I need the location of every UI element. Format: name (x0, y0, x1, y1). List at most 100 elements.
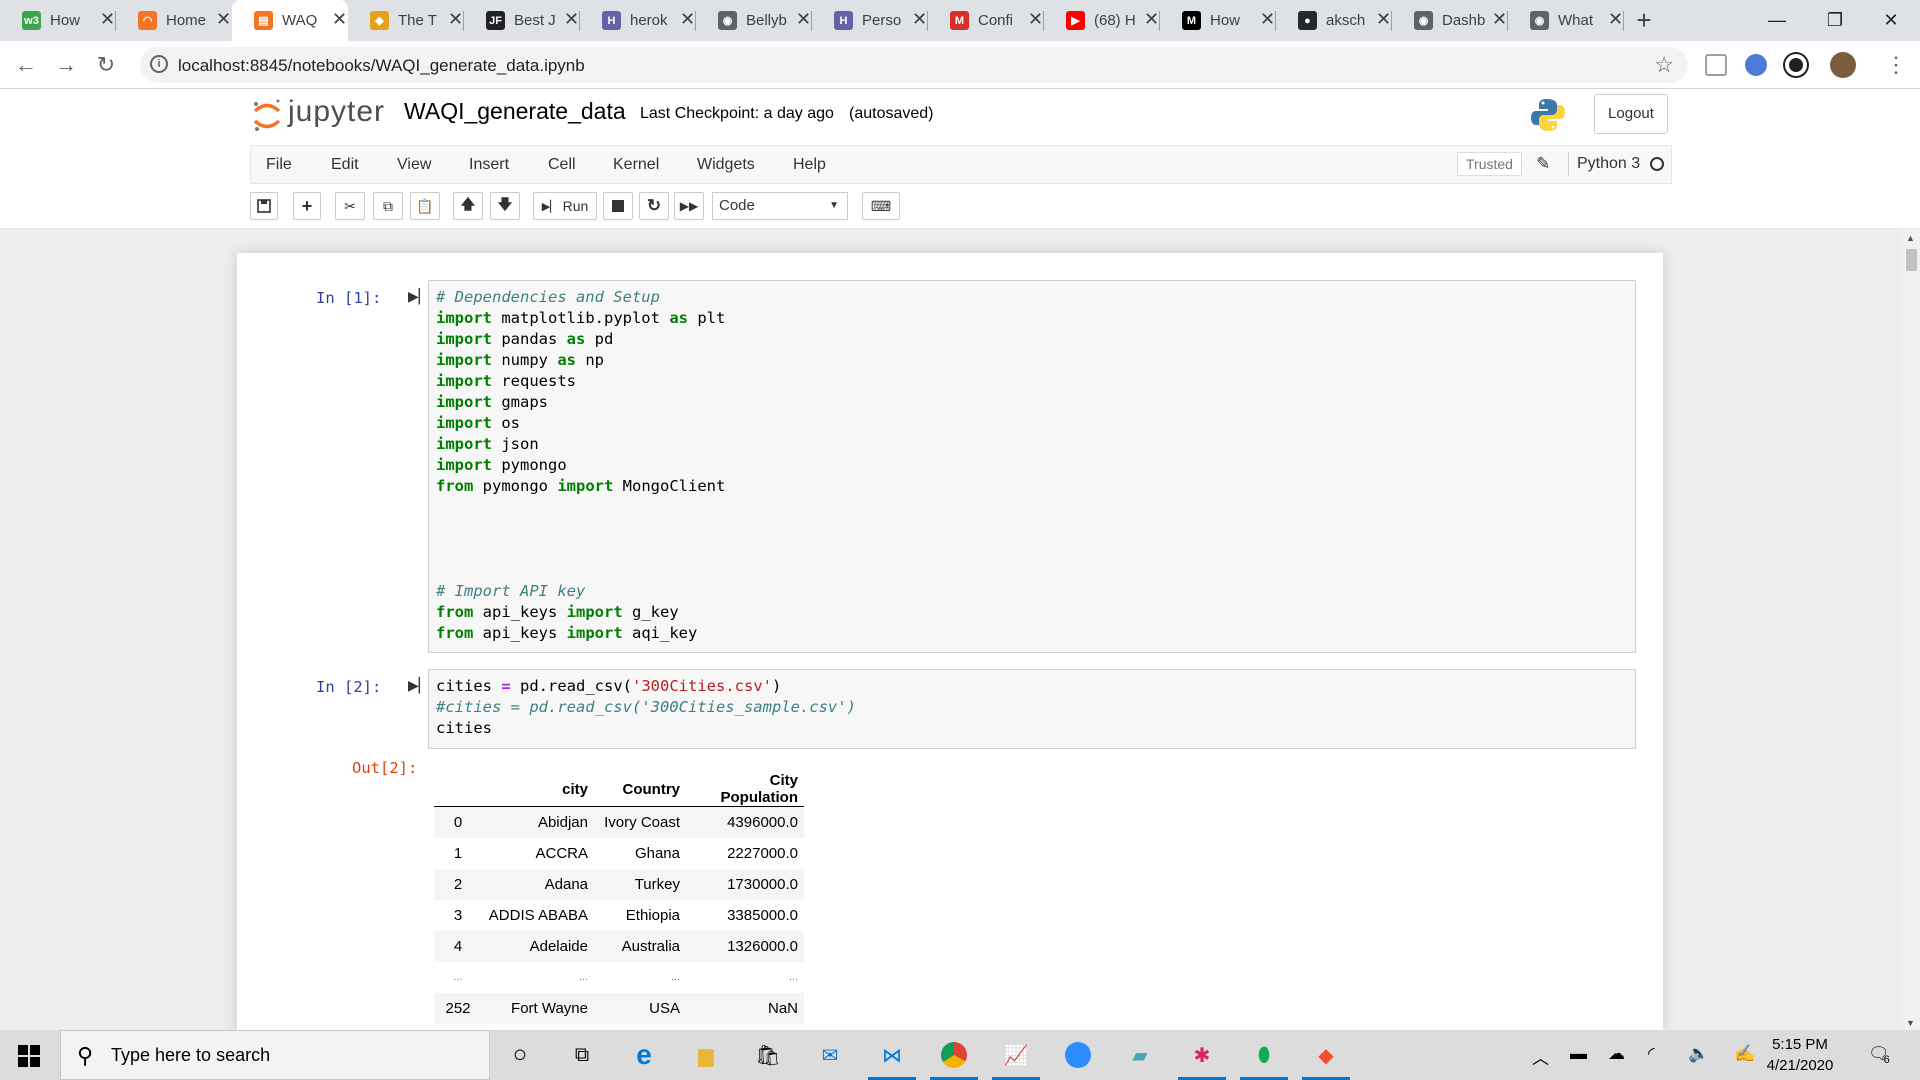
action-center-icon[interactable]: 🗨6 (1868, 1044, 1896, 1066)
trusted-indicator[interactable]: Trusted (1457, 152, 1522, 176)
jupyter-logo-text[interactable]: jupyter (288, 95, 385, 129)
browser-tab-7[interactable]: H Perso ✕ (812, 0, 928, 41)
menu-view[interactable]: View (397, 156, 431, 174)
tab-close-icon[interactable]: ✕ (1492, 9, 1507, 30)
interrupt-kernel-icon[interactable] (603, 192, 633, 220)
paste-icon[interactable]: 📋 (410, 192, 440, 220)
restart-kernel-icon[interactable]: ↻ (639, 192, 669, 220)
pen-ink-icon[interactable]: ✍ (1734, 1044, 1755, 1064)
menu-cell[interactable]: Cell (548, 156, 576, 174)
cortana-icon[interactable]: ○ (504, 1039, 536, 1071)
tab-close-icon[interactable]: ✕ (564, 9, 579, 30)
restart-run-all-icon[interactable]: ▶▶ (674, 192, 704, 220)
browser-tab-13[interactable]: ◉ What ✕ (1508, 0, 1624, 41)
notepad-icon[interactable]: ▰ (1124, 1039, 1156, 1071)
scroll-down-icon[interactable]: ▼ (1906, 1018, 1915, 1028)
bookmark-star-icon[interactable]: ☆ (1654, 52, 1674, 78)
extension-icon-1[interactable] (1705, 54, 1727, 76)
kernel-name[interactable]: Python 3 (1577, 155, 1640, 173)
browser-tab-11[interactable]: ● aksch ✕ (1276, 0, 1392, 41)
menu-widgets[interactable]: Widgets (697, 156, 755, 174)
browser-tab-5[interactable]: Hherok ✕ (580, 0, 696, 41)
battery-icon[interactable]: ▬ (1570, 1044, 1587, 1064)
url-omnibox[interactable]: i localhost:8845/notebooks/WAQI_generate… (140, 47, 1688, 83)
vscode-icon[interactable]: ⋈ (868, 1039, 916, 1080)
minimize-window-button[interactable]: — (1748, 0, 1806, 41)
forward-icon[interactable]: → (52, 51, 80, 79)
profile-avatar[interactable] (1830, 52, 1856, 78)
taskbar-search-box[interactable]: ⚲ Type here to search (60, 1030, 490, 1080)
cell-type-select[interactable]: Code ▼ (712, 192, 848, 220)
maximize-window-button[interactable]: ❐ (1806, 0, 1864, 41)
mongodb-compass-icon[interactable]: ⬮ (1240, 1039, 1288, 1080)
edge-browser-icon[interactable]: e (628, 1039, 660, 1071)
page-scrollbar[interactable]: ▲ ▼ (1902, 229, 1920, 1030)
menu-insert[interactable]: Insert (469, 156, 509, 174)
move-up-icon[interactable]: 🡅 (453, 192, 483, 220)
back-icon[interactable]: ← (12, 51, 40, 79)
zoom-icon[interactable] (1062, 1039, 1094, 1071)
cut-icon[interactable]: ✂ (335, 192, 365, 220)
git-app-icon[interactable]: ◆ (1302, 1039, 1350, 1080)
cell-2-code-input[interactable]: cities = pd.read_csv('300Cities.csv') #ci… (428, 669, 1636, 749)
cell-1-code-input[interactable]: # Dependencies and Setup import matplotli… (428, 280, 1636, 653)
tab-close-icon[interactable]: ✕ (1144, 9, 1159, 30)
tab-close-icon[interactable]: ✕ (448, 9, 463, 30)
browser-menu-icon[interactable]: ⋮ (1882, 51, 1910, 79)
menu-file[interactable]: File (266, 156, 292, 174)
menu-kernel[interactable]: Kernel (613, 156, 659, 174)
tab-close-icon[interactable]: ✕ (1260, 9, 1275, 30)
move-down-icon[interactable]: 🡇 (490, 192, 520, 220)
browser-tab-1[interactable]: ◠ Home ✕ (116, 0, 232, 41)
show-hidden-icons-chevron-icon[interactable]: ︿ (1532, 1044, 1549, 1069)
tab-close-icon[interactable]: ✕ (100, 9, 115, 30)
save-icon[interactable] (250, 192, 278, 220)
chrome-icon[interactable] (930, 1039, 978, 1080)
scroll-up-icon[interactable]: ▲ (1906, 233, 1915, 243)
menu-edit[interactable]: Edit (331, 156, 359, 174)
close-window-button[interactable]: ✕ (1862, 0, 1920, 41)
scrollbar-thumb[interactable] (1906, 249, 1917, 271)
cell-2-code[interactable]: cities = pd.read_csv('300Cities.csv') #ci… (436, 676, 856, 739)
browser-tab-4[interactable]: JF Best J ✕ (464, 0, 580, 41)
store-icon[interactable]: 🛍 (752, 1039, 784, 1071)
insert-cell-icon[interactable]: + (293, 192, 321, 220)
browser-tab-2[interactable]: ▤ WAQ ✕ (232, 0, 348, 41)
file-explorer-icon[interactable]: ▆ (690, 1039, 722, 1071)
tab-close-icon[interactable]: ✕ (1376, 9, 1391, 30)
tab-close-icon[interactable]: ✕ (680, 9, 695, 30)
cell-1-code[interactable]: # Dependencies and Setup import matplotli… (436, 287, 725, 644)
browser-tab-3[interactable]: ◆ The T ✕ (348, 0, 464, 41)
url-text[interactable]: localhost:8845/notebooks/WAQI_generate_d… (178, 56, 585, 76)
site-info-icon[interactable]: i (150, 55, 168, 73)
slack-icon[interactable]: ✱ (1178, 1039, 1226, 1080)
copy-icon[interactable]: ⧉ (373, 192, 403, 220)
reload-icon[interactable]: ↻ (92, 51, 120, 79)
tab-close-icon[interactable]: ✕ (796, 9, 811, 30)
notebook-title[interactable]: WAQI_generate_data (404, 98, 626, 125)
cell-1-run-icon[interactable]: ▶▏ (408, 288, 430, 305)
taskbar-clock[interactable]: 5:15 PM 4/21/2020 (1755, 1034, 1845, 1076)
cell-2-run-icon[interactable]: ▶▏ (408, 677, 430, 694)
menu-help[interactable]: Help (793, 156, 826, 174)
browser-tab-8[interactable]: M Confi ✕ (928, 0, 1044, 41)
tab-close-icon[interactable]: ✕ (1028, 9, 1043, 30)
logout-button[interactable]: Logout (1594, 94, 1668, 134)
tab-close-icon[interactable]: ✕ (1608, 9, 1623, 30)
browser-tab-10[interactable]: M How ✕ (1160, 0, 1276, 41)
tab-close-icon[interactable]: ✕ (216, 9, 231, 30)
onedrive-cloud-icon[interactable]: ☁ (1608, 1044, 1625, 1064)
browser-tab-6[interactable]: ◉ Bellyb ✕ (696, 0, 812, 41)
jupyter-logo-icon[interactable] (252, 96, 282, 134)
run-button[interactable]: ▶▏ Run (533, 192, 597, 220)
browser-tab-12[interactable]: ◉ Dashb ✕ (1392, 0, 1508, 41)
app-chart-icon[interactable]: 📈 (992, 1039, 1040, 1080)
extension-icon-2[interactable] (1745, 54, 1767, 76)
new-tab-icon[interactable]: + (1624, 0, 1664, 41)
wifi-icon[interactable]: ◜ (1648, 1044, 1655, 1064)
tab-close-icon[interactable]: ✕ (332, 9, 347, 30)
task-view-icon[interactable]: ⧉ (566, 1039, 598, 1071)
volume-icon[interactable]: 🔈 (1688, 1044, 1709, 1064)
command-palette-keyboard-icon[interactable]: ⌨ (862, 192, 900, 220)
browser-tab-9[interactable]: ▶ (68) H ✕ (1044, 0, 1160, 41)
